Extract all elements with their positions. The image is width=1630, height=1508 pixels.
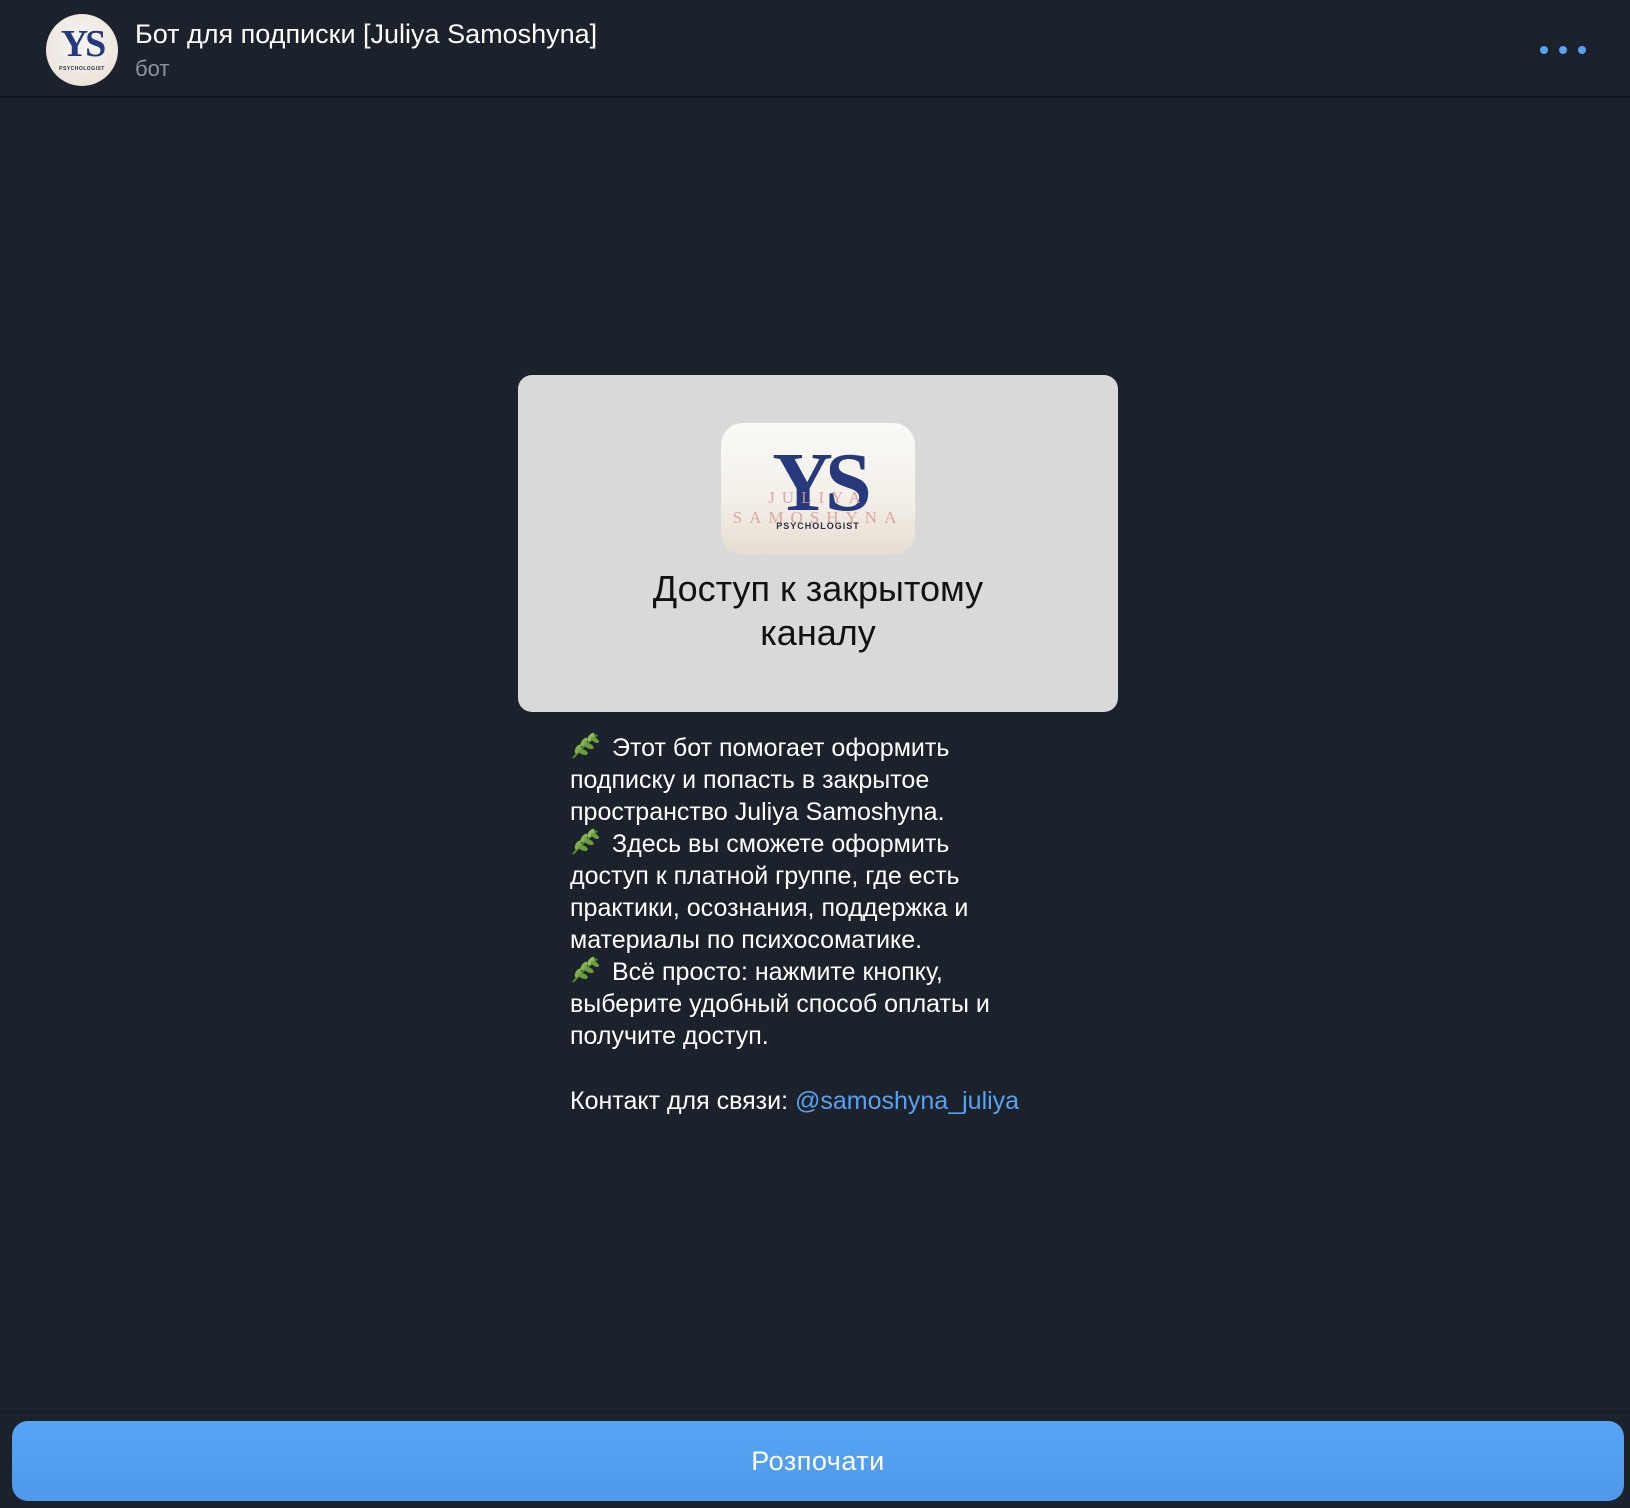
more-horizontal-icon-dot (1559, 46, 1567, 54)
leaf-icon (572, 956, 600, 983)
contact-username-link[interactable]: @samoshyna_juliya (795, 1087, 1019, 1115)
contact-line: Контакт для связи: @samoshyna_juliya (570, 1085, 1019, 1117)
description-p2-line2: доступ к платной группе, где есть (570, 862, 960, 890)
description-p3-line1: Всё просто: нажмите кнопку, (612, 958, 943, 986)
brand-logo: YS JULIYA SAMOSHYNA PSYCHOLOGIST (721, 423, 915, 555)
more-horizontal-icon-dot (1578, 46, 1586, 54)
description-paragraph-3: Всё просто: нажмите кнопку, выберите удо… (570, 956, 1090, 1052)
description-p2-line3: практики, осознания, поддержка и (570, 894, 969, 922)
bot-avatar[interactable]: YS PSYCHOLOGIST (46, 14, 118, 86)
description-p2-line1: Здесь вы сможете оформить (612, 830, 950, 858)
contact-label: Контакт для связи: (570, 1087, 795, 1115)
more-options-button[interactable] (1540, 36, 1586, 64)
logo-caption: PSYCHOLOGIST (776, 521, 860, 531)
avatar-logo-initials: YS (60, 23, 107, 65)
card-heading: Доступ к закрытому каналу (518, 567, 1118, 655)
description-paragraph-2: Здесь вы сможете оформить доступ к платн… (570, 828, 1090, 956)
leaf-icon (572, 732, 600, 759)
more-horizontal-icon (1540, 46, 1548, 54)
description-p1-line1: Этот бот помогает оформить (612, 734, 950, 762)
avatar-logo-caption: PSYCHOLOGIST (59, 66, 105, 72)
description-paragraph-1: Этот бот помогает оформить подписку и по… (570, 732, 1090, 828)
description-p1-line3: пространство Juliya Samoshyna. (570, 798, 945, 826)
bot-description: Этот бот помогает оформить подписку и по… (570, 732, 1090, 1052)
description-p3-line3: получите доступ. (570, 1022, 769, 1050)
description-p2-line4: материалы по психосоматике. (570, 926, 923, 954)
chat-header: YS PSYCHOLOGIST Бот для подписки [Juliya… (0, 0, 1630, 98)
leaf-icon (572, 828, 600, 855)
chat-title[interactable]: Бот для подписки [Juliya Samoshyna] (135, 16, 597, 52)
start-button[interactable]: Розпочати (12, 1421, 1624, 1501)
description-p1-line2: подписку и попасть в закрытое (570, 766, 930, 794)
card-heading-line1: Доступ к закрытому (652, 568, 984, 609)
chat-subtitle: бот (135, 56, 170, 81)
card-heading-line2: каналу (760, 612, 876, 653)
bot-intro-image: YS JULIYA SAMOSHYNA PSYCHOLOGIST Доступ … (518, 375, 1118, 712)
description-p3-line2: выберите удобный способ оплаты и (570, 990, 990, 1018)
